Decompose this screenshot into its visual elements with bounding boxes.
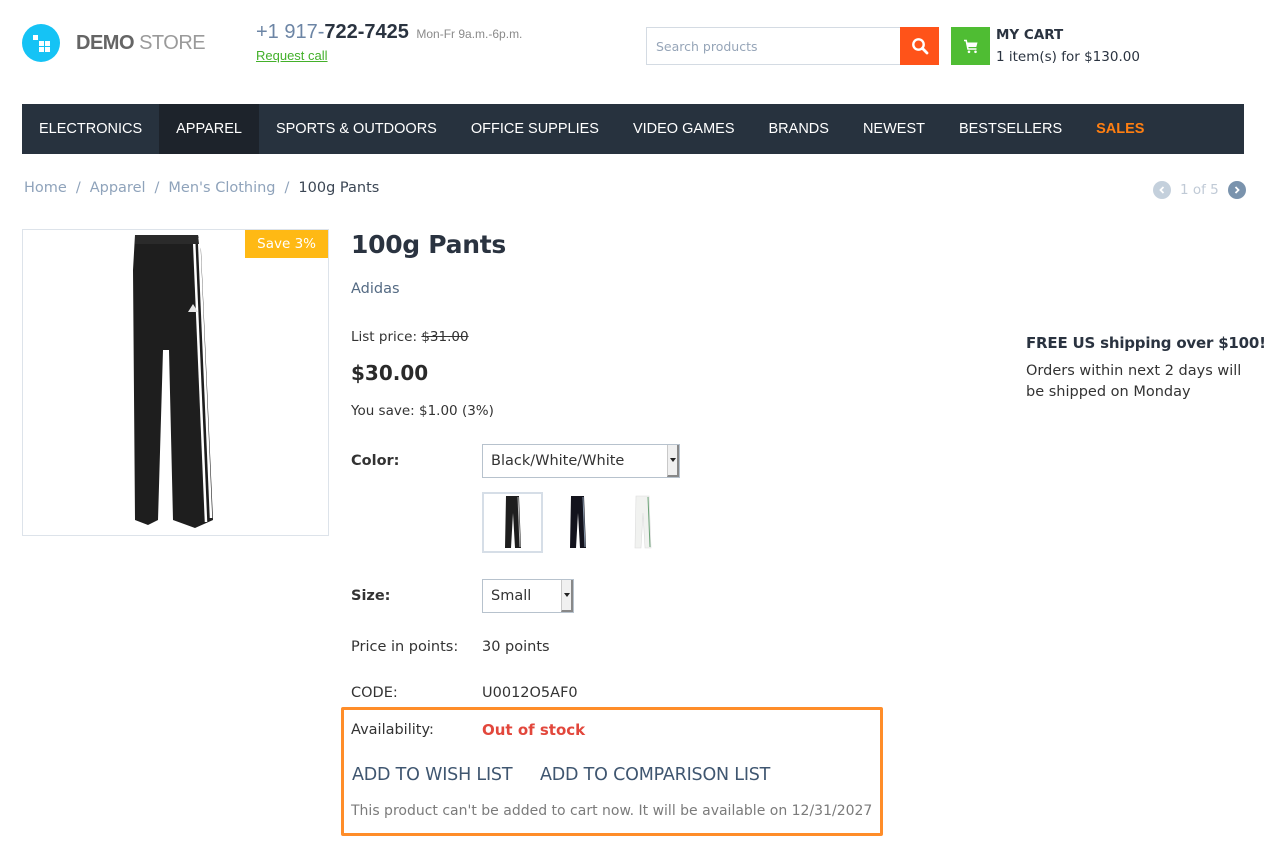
pants-thumbnail (569, 496, 586, 548)
nav-item-bestsellers[interactable]: BESTSELLERS (942, 104, 1079, 154)
breadcrumb-separator: / (284, 180, 290, 196)
product-title: 100g Pants (351, 230, 506, 259)
cart-button[interactable] (951, 27, 990, 65)
availability-label: Availability: (351, 722, 434, 738)
pants-thumbnail (634, 495, 651, 549)
swatch-white-green[interactable] (612, 492, 673, 553)
points-value: 30 points (482, 639, 550, 655)
search-input[interactable] (646, 27, 900, 65)
pants-thumbnail (504, 496, 521, 548)
code-value: U0012O5AF0 (482, 685, 578, 701)
phone-prefix: +1 917- (256, 21, 325, 43)
nav-item-electronics[interactable]: ELECTRONICS (22, 104, 159, 154)
breadcrumb-separator: / (75, 180, 81, 196)
request-call-link[interactable]: Request call (256, 48, 328, 63)
search-button[interactable] (900, 27, 939, 65)
product-brand-link[interactable]: Adidas (351, 281, 400, 297)
phone-hours: Mon-Fr 9a.m.-6p.m. (416, 27, 523, 41)
breadcrumb-mens-clothing[interactable]: Men's Clothing (168, 180, 275, 196)
search-bar (646, 27, 939, 65)
breadcrumb-home[interactable]: Home (24, 180, 67, 196)
next-product-button[interactable] (1227, 181, 1246, 199)
nav-item-video-games[interactable]: VIDEO GAMES (616, 104, 752, 154)
product-image[interactable]: Save 3% (22, 229, 329, 536)
availability-panel: Availability: Out of stock ADD TO WISH L… (341, 707, 883, 836)
add-to-wish-list-button[interactable]: ADD TO WISH LIST (352, 765, 513, 785)
color-select[interactable]: Black/White/White (482, 444, 680, 478)
list-price-value: $31.00 (421, 329, 469, 345)
swatch-black-navy[interactable] (547, 492, 608, 553)
chevron-right-icon (1234, 186, 1240, 194)
shipping-title: FREE US shipping over $100! (1026, 334, 1265, 352)
phone-number: 722-7425 (324, 21, 409, 43)
nav-item-sales[interactable]: SALES (1079, 104, 1161, 154)
availability-status: Out of stock (482, 721, 586, 739)
size-label: Size: (351, 588, 391, 604)
logo-text-light: STORE (139, 31, 206, 54)
size-select-value: Small (491, 588, 532, 604)
dropdown-arrow-icon (667, 445, 679, 477)
breadcrumb: Home / Apparel / Men's Clothing / 100g Pants (24, 180, 379, 196)
mini-cart[interactable]: MY CART 1 item(s) for $130.00 (951, 27, 1140, 65)
logo-icon (22, 24, 60, 62)
list-price: List price: $31.00 (351, 329, 469, 345)
product-pager: 1 of 5 (1153, 181, 1246, 199)
breadcrumb-separator: / (154, 180, 160, 196)
store-logo[interactable]: DEMO STORE (22, 24, 206, 62)
dropdown-arrow-icon (561, 580, 573, 612)
product-price: $30.00 (351, 361, 429, 385)
pager-text: 1 of 5 (1180, 182, 1219, 198)
pants-image (133, 235, 218, 528)
chevron-left-icon (1159, 186, 1165, 194)
nav-item-brands[interactable]: BRANDS (752, 104, 846, 154)
save-badge: Save 3% (245, 230, 328, 258)
cart-summary: 1 item(s) for $130.00 (996, 49, 1140, 65)
nav-item-apparel[interactable]: APPAREL (159, 104, 259, 154)
logo-text: DEMO STORE (76, 31, 206, 55)
points-label: Price in points: (351, 639, 459, 655)
add-to-comparison-list-button[interactable]: ADD TO COMPARISON LIST (540, 765, 770, 785)
list-price-label: List price: (351, 329, 418, 345)
cart-icon (963, 39, 977, 53)
contact-phone: +1 917-722-7425 Mon-Fr 9a.m.-6p.m. Reque… (256, 21, 522, 65)
nav-item-newest[interactable]: NEWEST (846, 104, 942, 154)
size-select[interactable]: Small (482, 579, 574, 613)
search-icon (911, 38, 928, 55)
color-label: Color: (351, 453, 400, 469)
cart-title[interactable]: MY CART (996, 27, 1140, 43)
breadcrumb-apparel[interactable]: Apparel (90, 180, 146, 196)
color-select-value: Black/White/White (491, 453, 625, 469)
shipping-text: Orders within next 2 days will be shippe… (1026, 363, 1242, 400)
code-label: CODE: (351, 685, 398, 701)
logo-text-bold: DEMO (76, 31, 135, 54)
swatch-black-white[interactable] (482, 492, 543, 553)
breadcrumb-current: 100g Pants (298, 180, 380, 196)
main-nav: ELECTRONICS APPAREL SPORTS & OUTDOORS OF… (22, 104, 1244, 154)
nav-item-sports-outdoors[interactable]: SPORTS & OUTDOORS (259, 104, 454, 154)
nav-item-office-supplies[interactable]: OFFICE SUPPLIES (454, 104, 616, 154)
you-save: You save: $1.00 (3%) (351, 403, 494, 419)
prev-product-button[interactable] (1153, 181, 1171, 199)
availability-note: This product can't be added to cart now.… (351, 803, 873, 819)
color-swatches (482, 492, 677, 553)
